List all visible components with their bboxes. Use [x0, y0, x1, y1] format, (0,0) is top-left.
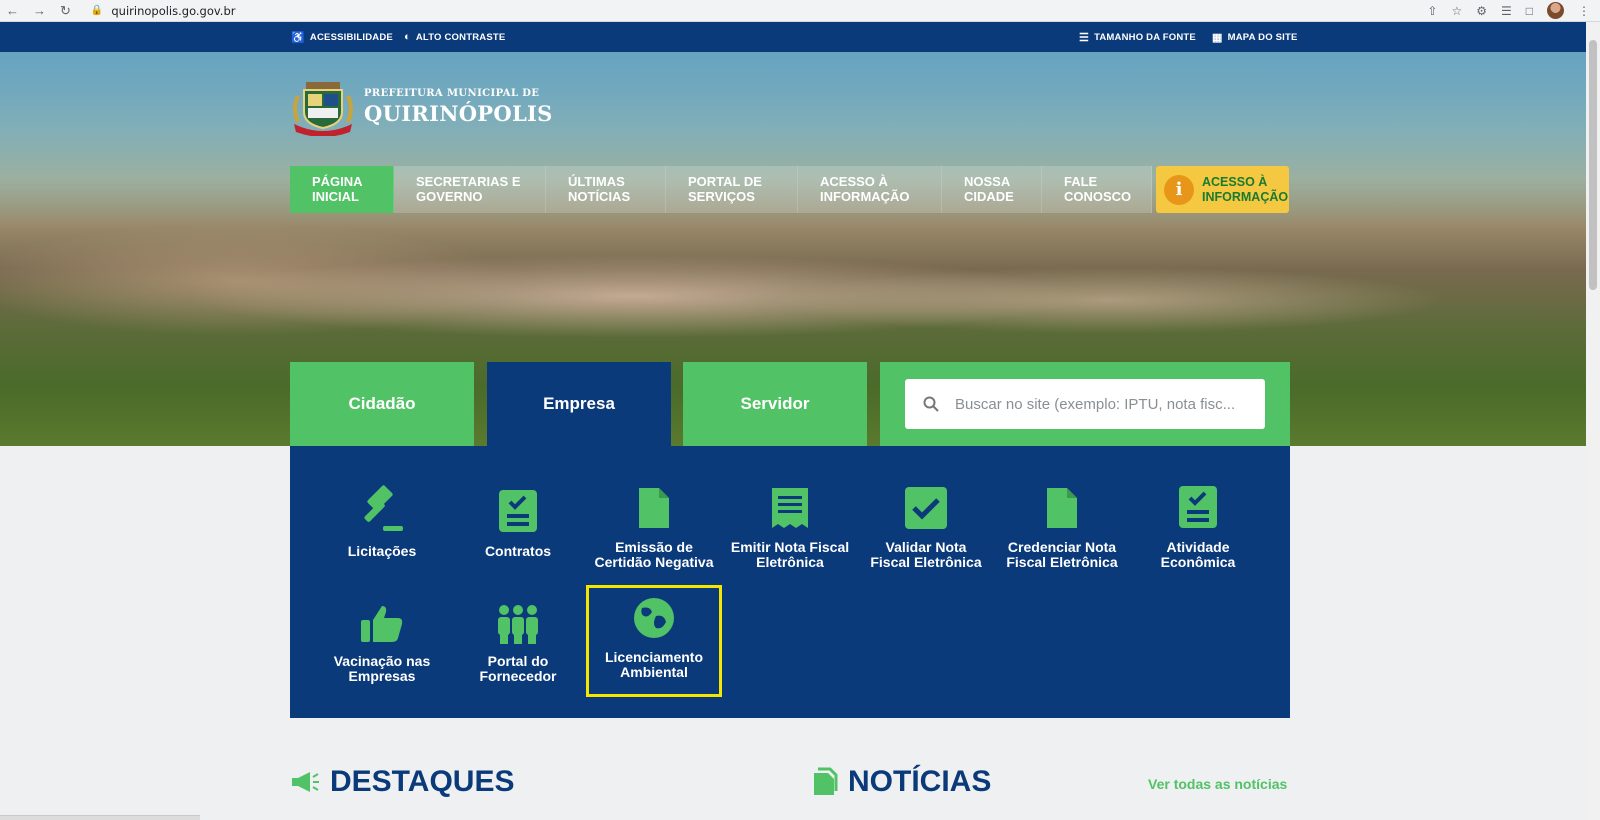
- service-label-line1: Emitir Nota Fiscal: [730, 539, 850, 555]
- forward-icon[interactable]: →: [33, 3, 46, 19]
- sitemap-link[interactable]: ▦ MAPA DO SITE: [1212, 31, 1298, 44]
- sliders-icon: ☰: [1079, 32, 1090, 44]
- access-button-line2: Informação: [1202, 189, 1289, 204]
- documents-icon: [814, 767, 838, 795]
- tab-cidadao[interactable]: Cidadão: [290, 362, 474, 446]
- receipt-icon: [722, 470, 858, 530]
- service-label-line2: Fornecedor: [479, 668, 557, 684]
- scrollbar-thumb[interactable]: [1589, 40, 1597, 290]
- status-bar: [0, 815, 200, 820]
- service-label-line1: Emissão de: [615, 539, 693, 555]
- share-icon[interactable]: ⇧: [1427, 4, 1437, 18]
- menu-item-services[interactable]: Portal de Serviços: [666, 166, 798, 213]
- menu-item-home[interactable]: Página Inicial: [290, 166, 394, 213]
- file-icon: [586, 470, 722, 530]
- clipboard-check-icon: [450, 474, 586, 534]
- service-atividade-economica[interactable]: Atividade Econômica: [1130, 470, 1266, 570]
- access-information-button[interactable]: i Acesso à Informação: [1156, 166, 1289, 213]
- back-icon[interactable]: ←: [6, 3, 19, 19]
- sitemap-label: MAPA DO SITE: [1227, 32, 1298, 43]
- service-portal-fornecedor[interactable]: Portal do Fornecedor: [450, 584, 586, 684]
- service-label-line1: Validar Nota: [885, 539, 967, 555]
- service-label-line2: Fiscal Eletrônica: [870, 554, 982, 570]
- font-size-label: TAMANHO DA FONTE: [1094, 32, 1196, 43]
- service-label-line1: Atividade: [1166, 539, 1230, 555]
- check-square-icon: [858, 470, 994, 530]
- thumbs-up-icon: [314, 584, 450, 644]
- see-all-news-link[interactable]: Ver todas as notícias: [1148, 776, 1287, 792]
- star-icon[interactable]: ☆: [1451, 4, 1462, 18]
- service-validar-nota[interactable]: Validar Nota Fiscal Eletrônica: [858, 470, 994, 570]
- profile-avatar[interactable]: [1547, 2, 1564, 19]
- address-bar[interactable]: 🔒 quirinopolis.go.gov.br: [91, 4, 236, 18]
- service-licitacoes[interactable]: Licitações: [314, 474, 450, 559]
- lock-icon: 🔒: [90, 5, 104, 16]
- megaphone-icon: [292, 772, 319, 792]
- sitemap-icon: ▦: [1212, 32, 1223, 44]
- browser-toolbar: ← → ↻ 🔒 quirinopolis.go.gov.br ⇧ ☆ ⚙ ☰ □…: [0, 0, 1600, 22]
- service-licenciamento-ambiental[interactable]: Licenciamento Ambiental: [586, 585, 722, 697]
- service-label-line2: Certidão Negativa: [594, 554, 714, 570]
- site-logo[interactable]: PREFEITURA MUNICIPAL DE QUIRINÓPOLIS: [290, 78, 553, 137]
- wheelchair-icon: ♿: [291, 32, 305, 44]
- service-label-line2: Eletrônica: [756, 554, 824, 570]
- globe-icon: [589, 588, 719, 640]
- service-label-line1: Credenciar Nota: [1007, 539, 1117, 555]
- accessibility-label: ACESSIBILIDADE: [309, 32, 393, 43]
- url-text: quirinopolis.go.gov.br: [111, 3, 236, 18]
- business-services-panel: Licitações Contratos Emissão de Certidão…: [290, 446, 1290, 718]
- highlights-heading: DESTAQUES: [290, 765, 514, 799]
- gavel-icon: [314, 474, 450, 534]
- menu-item-secretarias[interactable]: Secretarias e Governo: [394, 166, 546, 213]
- menu-kebab-icon[interactable]: ⋮: [1578, 4, 1590, 18]
- service-emitir-nota[interactable]: Emitir Nota Fiscal Eletrônica: [722, 470, 858, 570]
- service-label: Contratos: [484, 543, 552, 559]
- news-title: NOTÍCIAS: [848, 765, 992, 798]
- menu-item-access-info[interactable]: Acesso à Informação: [798, 166, 942, 213]
- service-label-line2: Econômica: [1160, 554, 1236, 570]
- service-label-line2: Empresas: [348, 668, 416, 684]
- news-heading: NOTÍCIAS: [812, 765, 991, 799]
- tab-servidor[interactable]: Servidor: [683, 362, 867, 446]
- reload-icon[interactable]: ↻: [60, 3, 71, 19]
- page-scrollbar[interactable]: [1586, 22, 1600, 820]
- file-icon: [994, 470, 1130, 530]
- menu-item-city[interactable]: Nossa Cidade: [942, 166, 1042, 213]
- extensions-icon[interactable]: ⚙: [1476, 4, 1487, 18]
- contrast-icon: ◐: [404, 31, 411, 43]
- service-label-line2: Fiscal Eletrônica: [1006, 554, 1118, 570]
- search-input[interactable]: Buscar no site (exemplo: IPTU, nota fisc…: [905, 379, 1265, 429]
- brand-line2: QUIRINÓPOLIS: [364, 101, 553, 126]
- highlights-title: DESTAQUES: [330, 765, 515, 798]
- search-panel: Buscar no site (exemplo: IPTU, nota fisc…: [880, 362, 1290, 446]
- people-group-icon: [450, 584, 586, 644]
- info-icon: i: [1164, 174, 1194, 205]
- service-credenciar-nota[interactable]: Credenciar Nota Fiscal Eletrônica: [994, 470, 1130, 570]
- search-placeholder: Buscar no site (exemplo: IPTU, nota fisc…: [955, 395, 1236, 413]
- service-contratos[interactable]: Contratos: [450, 474, 586, 559]
- service-label: Licitações: [347, 543, 417, 559]
- service-label-line1: Licenciamento: [604, 649, 704, 665]
- media-icon[interactable]: ☰: [1501, 4, 1512, 18]
- high-contrast-link[interactable]: ◐ ALTO CONTRASTE: [404, 31, 505, 43]
- clipboard-check-icon: [1130, 470, 1266, 530]
- service-certidao-negativa[interactable]: Emissão de Certidão Negativa: [586, 470, 722, 570]
- access-button-line1: Acesso à: [1202, 174, 1268, 189]
- sidepanel-icon[interactable]: □: [1526, 4, 1533, 18]
- main-menu: Página Inicial Secretarias e Governo Últim…: [290, 166, 1152, 213]
- service-label-line1: Portal do: [487, 653, 549, 669]
- accessibility-link[interactable]: ♿ ACESSIBILIDADE: [291, 31, 393, 44]
- service-label-line1: Vacinação nas: [333, 653, 431, 669]
- menu-item-contact[interactable]: Fale Conosco: [1042, 166, 1152, 213]
- font-size-link[interactable]: ☰ TAMANHO DA FONTE: [1079, 31, 1196, 44]
- high-contrast-label: ALTO CONTRASTE: [415, 31, 506, 43]
- service-label-line2: Ambiental: [620, 664, 688, 680]
- tab-empresa[interactable]: Empresa: [487, 362, 671, 446]
- city-crest-icon: [290, 78, 356, 137]
- menu-item-news[interactable]: Últimas Notícias: [546, 166, 666, 213]
- brand-line1: PREFEITURA MUNICIPAL DE: [364, 88, 540, 99]
- service-vacinacao[interactable]: Vacinação nas Empresas: [314, 584, 450, 684]
- search-icon: [923, 396, 939, 412]
- accessibility-bar: ♿ ACESSIBILIDADE ◐ ALTO CONTRASTE ☰ TAMA…: [0, 22, 1586, 52]
